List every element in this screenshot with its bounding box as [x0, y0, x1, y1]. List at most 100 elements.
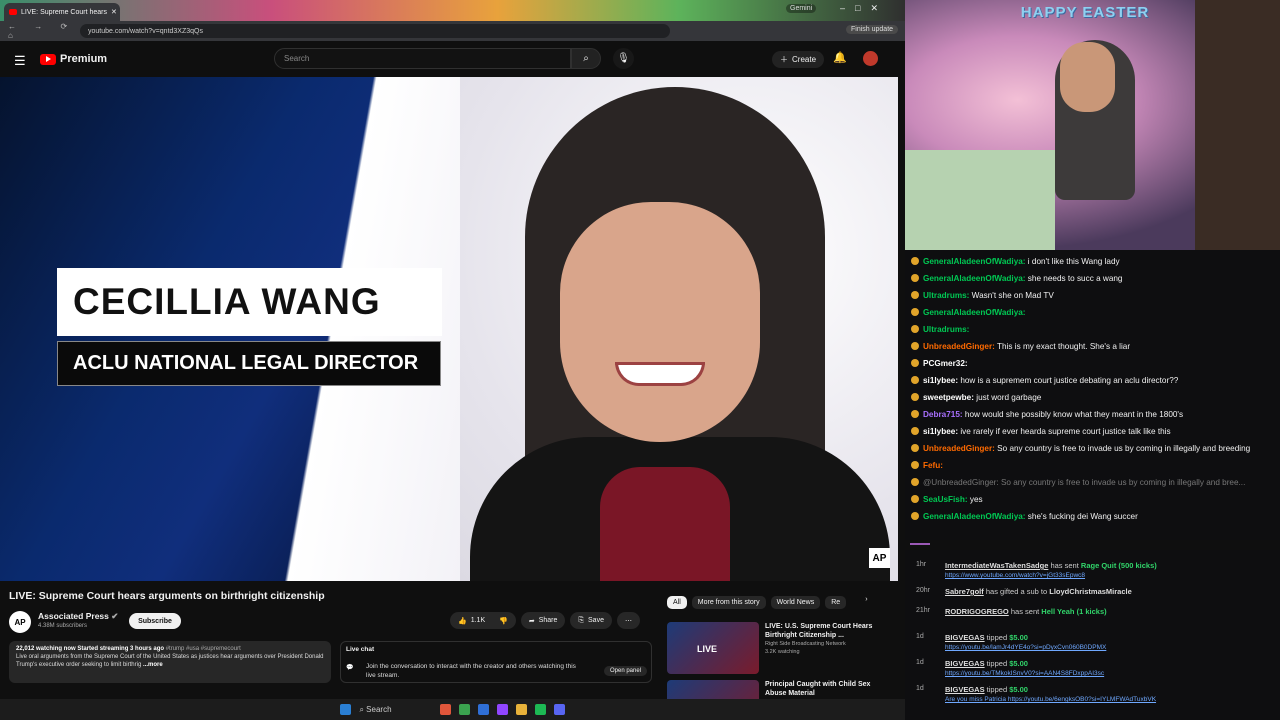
- chat-username[interactable]: GeneralAladeenOfWadiya:: [923, 308, 1026, 317]
- chat-badge-icon: [911, 257, 919, 265]
- thumbs-down-icon[interactable]: 👎: [499, 617, 508, 625]
- chat-badge-icon: [911, 308, 919, 316]
- more-actions-button[interactable]: ⋯: [616, 612, 640, 629]
- gemini-button[interactable]: Gemini: [786, 4, 817, 13]
- description-more[interactable]: ...more: [143, 662, 163, 668]
- chat-badge-icon: [911, 325, 919, 333]
- chat-username[interactable]: GeneralAladeenOfWadiya:: [923, 257, 1026, 266]
- hamburger-menu-icon[interactable]: ☰: [14, 53, 26, 69]
- recommendation-thumbnail: [667, 680, 759, 699]
- chip-all[interactable]: All: [667, 596, 687, 609]
- share-icon: ➦: [528, 617, 535, 625]
- verified-icon: ✔: [111, 611, 119, 621]
- chat-username[interactable]: SeaUsFish:: [923, 495, 968, 504]
- chat-message: Fefu:: [911, 457, 1274, 474]
- app-icon[interactable]: [458, 704, 470, 715]
- share-label: Share: [538, 617, 558, 624]
- finish-update-button[interactable]: Finish update: [846, 25, 899, 34]
- event-username[interactable]: Sabre7golf: [945, 587, 984, 596]
- video-player[interactable]: CECILLIA WANG ACLU NATIONAL LEGAL DIRECT…: [0, 77, 898, 581]
- chat-username[interactable]: si1lybee:: [923, 376, 958, 385]
- chip-more-from-story[interactable]: More from this story: [691, 596, 766, 609]
- chat-badge-icon: [911, 495, 919, 503]
- recommendation-item[interactable]: LIVE LIVE: U.S. Supreme Court Hears Birt…: [667, 622, 892, 678]
- url-field[interactable]: youtube.com/watch?v=qntd3XZ3qQs: [80, 24, 670, 38]
- description-box[interactable]: 22,012 watching now Started streaming 3 …: [9, 641, 331, 683]
- browser-tab[interactable]: LIVE: Supreme Court hears ✕: [4, 3, 120, 21]
- app-icon[interactable]: [496, 704, 508, 715]
- like-button[interactable]: 👍 1.1K 👎: [450, 612, 516, 629]
- window-controls[interactable]: –□✕: [840, 3, 888, 14]
- taskbar-search[interactable]: ⌕ Search: [359, 705, 391, 715]
- channel-avatar[interactable]: AP: [9, 611, 31, 633]
- event-username[interactable]: RODRIGOGREGO: [945, 607, 1009, 616]
- event-highlight: LloydChristmasMiracle: [1049, 587, 1132, 596]
- event-link[interactable]: Are you miss Patricia https://youtu.be/6…: [945, 696, 1156, 703]
- live-chat-join-text: Join the conversation to interact with t…: [366, 663, 576, 679]
- close-tab-icon[interactable]: ✕: [111, 8, 117, 16]
- chat-message: @UnbreadedGinger: So any country is free…: [911, 474, 1274, 491]
- youtube-favicon-icon: [9, 9, 17, 15]
- subscribe-button[interactable]: Subscribe: [129, 613, 181, 629]
- chat-badge-icon: [911, 376, 919, 384]
- chip-related[interactable]: Re: [825, 596, 847, 609]
- event-link[interactable]: https://youtu.be/TMkokISnvV0?si=AAN4S8FD…: [945, 670, 1104, 677]
- app-icon[interactable]: [553, 704, 565, 715]
- event-username[interactable]: BIGVEGAS: [945, 685, 985, 694]
- notifications-bell-icon[interactable]: 🔔: [833, 51, 847, 64]
- chat-username[interactable]: sweetpewbe:: [923, 393, 974, 402]
- app-icon[interactable]: [534, 704, 546, 715]
- voice-search-button[interactable]: 🎙: [613, 48, 634, 69]
- folder-icon[interactable]: [515, 704, 527, 715]
- event-action: has sent: [1048, 561, 1081, 570]
- chat-username[interactable]: Ultradrums:: [923, 291, 969, 300]
- chat-message: si1lybee: how is a supremem court justic…: [911, 372, 1274, 389]
- search-icon: ⌕: [583, 53, 589, 64]
- create-label: Create: [792, 55, 817, 64]
- chat-username[interactable]: UnbreadedGinger:: [923, 444, 995, 453]
- speaker-scarf: [600, 467, 730, 581]
- channel-name-text: Associated Press: [38, 611, 109, 621]
- chat-username[interactable]: Fefu:: [923, 461, 943, 470]
- event-username[interactable]: IntermediateWasTakenSadge: [945, 561, 1048, 570]
- subscriber-count: 4.38M subscribers: [38, 623, 88, 629]
- create-button[interactable]: ＋ Create: [772, 51, 825, 68]
- chat-username[interactable]: Ultradrums:: [923, 325, 969, 334]
- save-button[interactable]: ⎘ Save: [570, 612, 612, 629]
- event-action: tipped: [984, 659, 1010, 668]
- event-action: has gifted a sub to: [983, 587, 1050, 596]
- search-input[interactable]: Search: [274, 48, 571, 69]
- recommendation-title: Principal Caught with Child Sex Abuse Ma…: [765, 681, 871, 697]
- tab-title: LIVE: Supreme Court hears: [21, 8, 107, 16]
- taskbar: ⌕ Search: [0, 699, 905, 720]
- event-username[interactable]: BIGVEGAS: [945, 633, 985, 642]
- chat-username[interactable]: PCGmer32:: [923, 359, 968, 368]
- channel-name[interactable]: Associated Press ✔: [38, 611, 118, 622]
- search-button[interactable]: ⌕: [571, 48, 601, 69]
- youtube-logo[interactable]: Premium: [40, 53, 107, 65]
- event-username[interactable]: BIGVEGAS: [945, 659, 985, 668]
- event-link[interactable]: https://youtu.be/lamJr4dYE4o?si=pDyxCvn0…: [945, 644, 1106, 651]
- nav-buttons[interactable]: ← → ⟳ ⌂: [0, 22, 80, 40]
- chat-username[interactable]: si1lybee:: [923, 427, 958, 436]
- share-button[interactable]: ➦ Share: [520, 612, 566, 629]
- chat-username[interactable]: UnbreadedGinger:: [923, 342, 995, 351]
- event-highlight: $5.00: [1009, 633, 1028, 642]
- event-link[interactable]: https://www.youtube.com/watch?v=jGt33sEp…: [945, 572, 1085, 579]
- chat-username[interactable]: GeneralAladeenOfWadiya:: [923, 274, 1026, 283]
- chat-username[interactable]: @UnbreadedGinger:: [923, 478, 999, 487]
- chevron-right-icon[interactable]: ›: [865, 596, 867, 609]
- app-icon[interactable]: [477, 704, 489, 715]
- chat-username[interactable]: GeneralAladeenOfWadiya:: [923, 512, 1026, 521]
- like-count: 1.1K: [470, 617, 486, 624]
- chat-badge-icon: [911, 291, 919, 299]
- chip-world-news[interactable]: World News: [770, 596, 821, 609]
- open-panel-button[interactable]: Open panel: [604, 666, 648, 676]
- recommendation-item[interactable]: Principal Caught with Child Sex Abuse Ma…: [667, 680, 892, 699]
- windows-start-icon[interactable]: [340, 704, 352, 715]
- app-icon[interactable]: [439, 704, 451, 715]
- chat-username[interactable]: Debra715:: [923, 410, 963, 419]
- avatar[interactable]: [863, 51, 878, 66]
- event-body: BIGVEGAS tipped $5.00: [945, 659, 1028, 668]
- event-body: BIGVEGAS tipped $5.00: [945, 685, 1028, 694]
